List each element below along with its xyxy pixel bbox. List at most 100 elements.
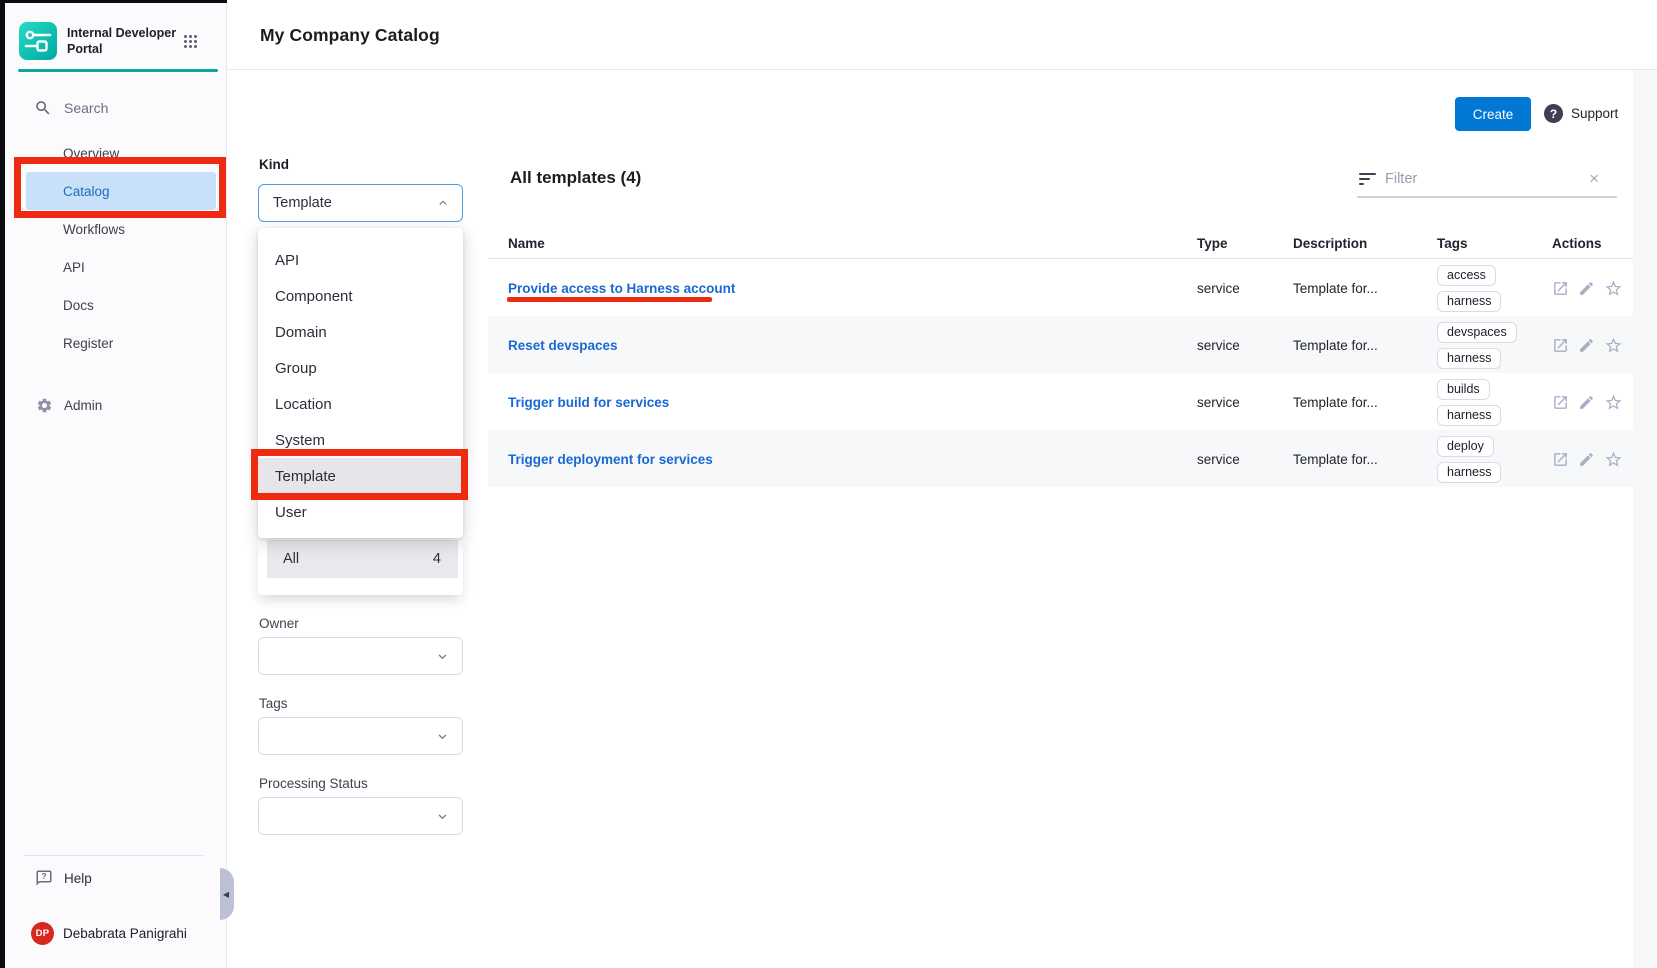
row-type: service <box>1190 452 1286 467</box>
tag-chip: harness <box>1437 291 1501 312</box>
apps-grid-icon[interactable] <box>184 35 199 50</box>
owner-select[interactable] <box>258 637 463 675</box>
row-actions <box>1545 393 1633 412</box>
kind-option[interactable]: Location <box>258 386 463 422</box>
column-header-name[interactable]: Name <box>488 236 1190 251</box>
star-icon[interactable] <box>1604 450 1623 469</box>
kind-option[interactable]: API <box>258 242 463 278</box>
template-name-link[interactable]: Trigger build for services <box>508 395 669 410</box>
window-edge-top <box>0 0 227 3</box>
filter-icon <box>1359 173 1377 188</box>
edit-icon[interactable] <box>1578 451 1595 468</box>
processing-status-select[interactable] <box>258 797 463 835</box>
edit-icon[interactable] <box>1578 337 1595 354</box>
star-icon[interactable] <box>1604 336 1623 355</box>
table-row: Reset devspaces service Template for... … <box>488 316 1633 373</box>
question-circle-icon: ? <box>1544 104 1563 123</box>
sidebar-nav-item[interactable]: Register <box>26 324 216 362</box>
sidebar-search[interactable]: Search <box>34 96 108 120</box>
row-actions <box>1545 450 1633 469</box>
kind-dropdown: API Component Domain Group Location Syst… <box>258 228 463 538</box>
row-tags: devspacesharness <box>1430 316 1545 375</box>
row-description: Template for... <box>1286 395 1430 410</box>
clear-filter-icon[interactable]: × <box>1589 168 1599 190</box>
star-icon[interactable] <box>1604 279 1623 298</box>
all-label: All <box>283 551 299 567</box>
kind-option[interactable]: User <box>258 494 463 530</box>
sidebar-nav-item[interactable]: Workflows <box>26 210 216 248</box>
open-in-new-icon[interactable] <box>1552 394 1569 411</box>
avatar: DP <box>31 922 54 945</box>
kind-option[interactable]: Template <box>258 458 463 494</box>
sidebar-item-admin[interactable]: Admin <box>36 394 102 416</box>
tag-chip: deploy <box>1437 436 1494 457</box>
row-type: service <box>1190 281 1286 296</box>
open-in-new-icon[interactable] <box>1552 337 1569 354</box>
owner-label: Owner <box>259 616 299 631</box>
kind-option[interactable]: System <box>258 422 463 458</box>
user-menu[interactable]: DP Debabrata Panigrahi <box>31 921 187 945</box>
create-button[interactable]: Create <box>1455 97 1531 131</box>
page-title: My Company Catalog <box>260 25 440 46</box>
sidebar-nav-item[interactable]: Catalog <box>26 172 216 210</box>
logo: Internal Developer Portal <box>19 22 179 60</box>
table-row: Provide access to Harness account servic… <box>488 259 1633 316</box>
row-description: Template for... <box>1286 452 1430 467</box>
edit-icon[interactable] <box>1578 280 1595 297</box>
sidebar-nav: Overview Catalog Workflows API Docs Regi… <box>0 134 227 362</box>
column-header-type[interactable]: Type <box>1190 236 1286 251</box>
sidebar-item-help[interactable]: ? Help <box>35 866 92 890</box>
table-row: Trigger build for services service Templ… <box>488 373 1633 430</box>
sidebar-collapse-handle[interactable]: ◀ <box>220 868 234 920</box>
portal-title: Internal Developer Portal <box>67 22 179 58</box>
column-header-tags[interactable]: Tags <box>1430 236 1545 251</box>
kind-select[interactable]: Template <box>258 184 463 222</box>
sidebar-nav-item[interactable]: Docs <box>26 286 216 324</box>
kind-count-all-row[interactable]: All 4 <box>267 540 458 578</box>
open-in-new-icon[interactable] <box>1552 451 1569 468</box>
open-in-new-icon[interactable] <box>1552 280 1569 297</box>
window-edge <box>0 0 5 968</box>
tags-select[interactable] <box>258 717 463 755</box>
kind-select-value: Template <box>273 195 436 211</box>
collapse-arrow-icon: ◀ <box>223 890 229 899</box>
edit-icon[interactable] <box>1578 394 1595 411</box>
chevron-down-icon <box>435 729 450 744</box>
idp-logo-icon <box>19 22 57 60</box>
gear-icon <box>36 397 53 414</box>
star-icon[interactable] <box>1604 393 1623 412</box>
table-body: Provide access to Harness account servic… <box>488 259 1633 487</box>
sidebar-divider <box>24 855 204 856</box>
help-chat-icon: ? <box>35 869 53 887</box>
template-name-link[interactable]: Provide access to Harness account <box>508 281 735 296</box>
row-type: service <box>1190 395 1286 410</box>
kind-label: Kind <box>259 157 289 172</box>
sidebar-nav-item[interactable]: API <box>26 248 216 286</box>
row-description: Template for... <box>1286 281 1430 296</box>
kind-option[interactable]: Domain <box>258 314 463 350</box>
processing-status-label: Processing Status <box>259 776 368 791</box>
search-icon <box>34 99 52 117</box>
tag-chip: harness <box>1437 462 1501 483</box>
column-header-description[interactable]: Description <box>1286 236 1430 251</box>
support-button[interactable]: ? Support <box>1544 104 1618 123</box>
template-name-link[interactable]: Trigger deployment for services <box>508 452 713 467</box>
brand-divider <box>18 69 218 72</box>
row-tags: deploy harness <box>1430 430 1545 489</box>
template-name-link[interactable]: Reset devspaces <box>508 338 618 353</box>
help-label: Help <box>64 871 92 886</box>
kind-option[interactable]: Component <box>258 278 463 314</box>
filter-input[interactable] <box>1385 166 1575 192</box>
sidebar-nav-item[interactable]: Overview <box>26 134 216 172</box>
column-header-actions: Actions <box>1545 236 1633 251</box>
row-tags: accessharness <box>1430 259 1545 318</box>
main-content: Create ? Support Kind Template API Compo… <box>227 70 1633 968</box>
tag-chip: builds <box>1437 379 1490 400</box>
table-title: All templates (4) <box>510 168 641 188</box>
page-header: My Company Catalog <box>227 0 1657 70</box>
row-actions <box>1545 279 1633 298</box>
kind-option[interactable]: Group <box>258 350 463 386</box>
search-label: Search <box>64 100 108 116</box>
table-filter: × <box>1357 162 1617 198</box>
tag-chip: devspaces <box>1437 322 1517 343</box>
